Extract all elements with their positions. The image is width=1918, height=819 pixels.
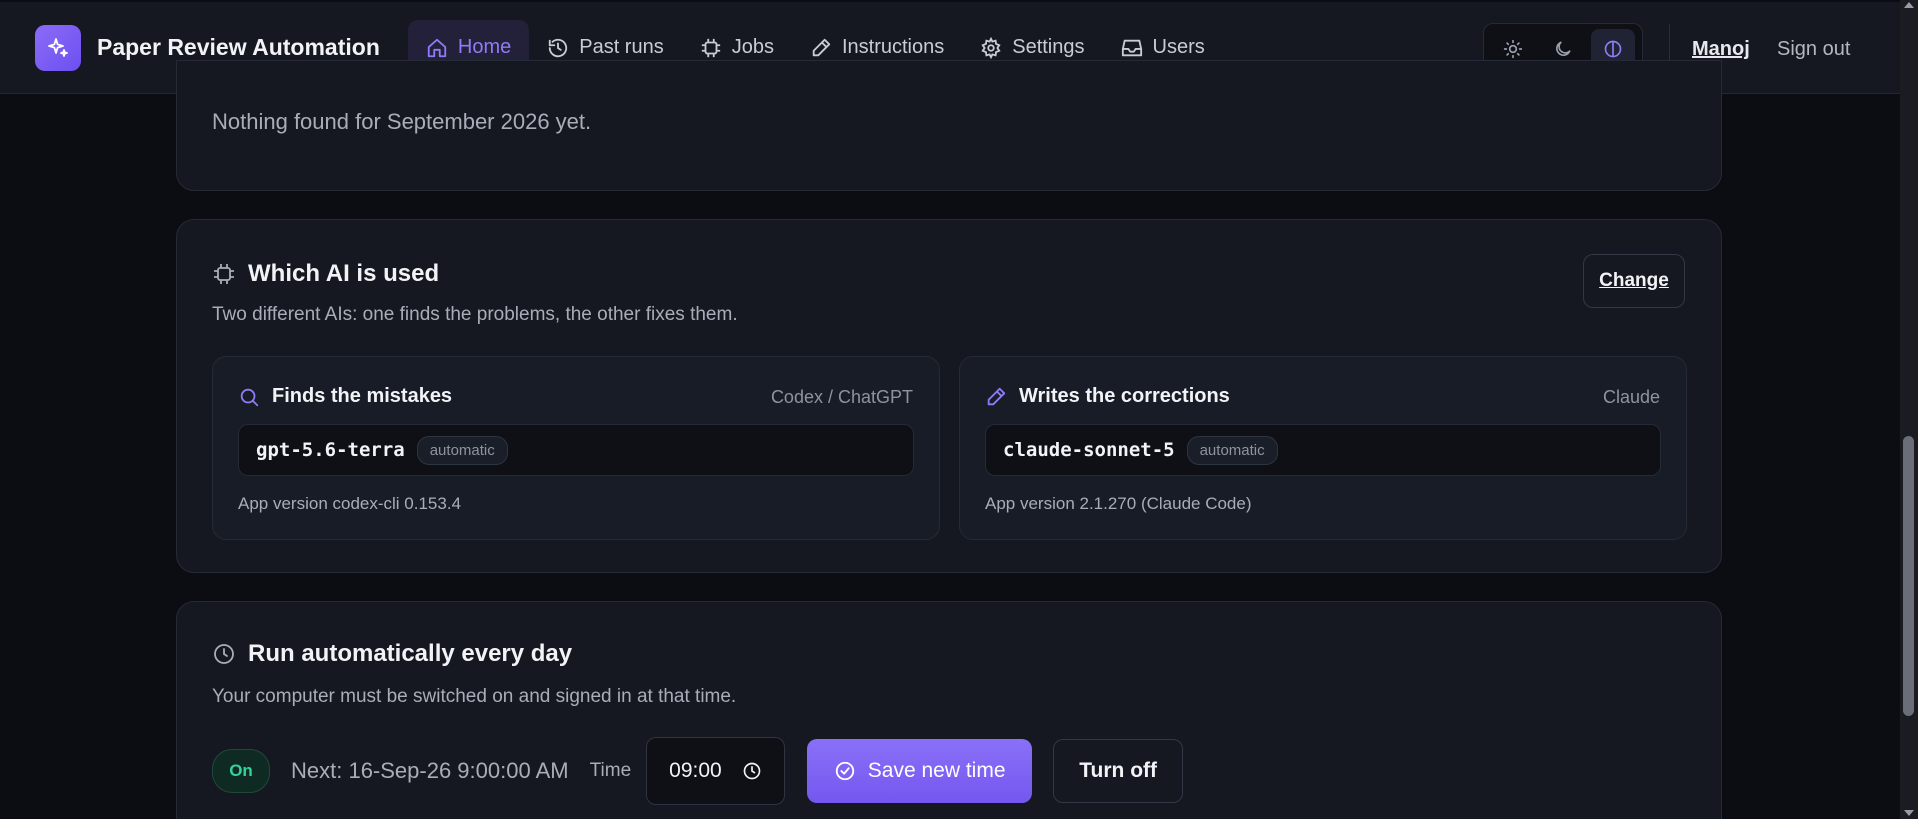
chip-icon: [214, 264, 234, 284]
sun-icon: [1503, 39, 1523, 59]
schedule-controls: On Next: 16-Sep-26 9:00:00 AM Time 09:00…: [212, 737, 1184, 805]
nav-instructions-label: Instructions: [841, 36, 945, 58]
status-badge: On: [212, 749, 270, 793]
save-time-label: Save new time: [867, 759, 1006, 782]
scroll-down-icon[interactable]: [1904, 810, 1914, 816]
scrollbar-thumb[interactable]: [1903, 436, 1914, 716]
sparkles-logo-icon[interactable]: [35, 24, 81, 71]
moon-icon: [1556, 41, 1571, 56]
finder-heading: Finds the mistakes: [238, 385, 452, 408]
writer-panel: Writes the corrections Claude claude-son…: [959, 356, 1687, 540]
check-circle-icon: [835, 761, 854, 781]
nav-past-runs-label: Past runs: [579, 36, 664, 58]
schedule-subtitle: Your computer must be switched on and si…: [212, 686, 737, 707]
nav-jobs-label: Jobs: [731, 36, 774, 58]
schedule-card: Run automatically every day Your compute…: [176, 601, 1722, 819]
writer-app-version: App version 2.1.270 (Claude Code): [985, 494, 1252, 513]
pen-icon: [812, 38, 831, 56]
history-icon: [549, 38, 568, 57]
contrast-icon: [1604, 40, 1622, 58]
results-card: Nothing found for September 2026 yet.: [176, 60, 1722, 191]
ai-section-title: Which AI is used: [212, 260, 439, 288]
writer-provider: Claude: [1602, 387, 1660, 407]
ai-title-text: Which AI is used: [248, 260, 440, 287]
finder-title: Finds the mistakes: [272, 385, 453, 407]
time-label: Time: [589, 760, 632, 781]
finder-panel: Finds the mistakes Codex / ChatGPT gpt-5…: [212, 356, 940, 540]
nav-settings-label: Settings: [1012, 36, 1085, 58]
ai-subtitle: Two different AIs: one finds the problem…: [212, 304, 738, 325]
chip-icon: [701, 38, 720, 57]
writer-auto-badge: automatic: [1186, 435, 1278, 465]
time-input[interactable]: 09:00: [646, 737, 786, 805]
change-button[interactable]: Change: [1583, 254, 1685, 308]
finder-model-box: gpt-5.6-terra automatic: [238, 424, 914, 476]
gear-icon: [981, 36, 1001, 59]
finder-model-name: gpt-5.6-terra: [256, 439, 405, 461]
finder-app-version: App version codex-cli 0.153.4: [238, 494, 462, 513]
ai-settings-card: Which AI is used Two different AIs: one …: [176, 219, 1722, 573]
search-icon: [240, 388, 259, 406]
writer-title: Writes the corrections: [1019, 385, 1230, 407]
turn-off-button[interactable]: Turn off: [1053, 739, 1184, 803]
writer-model-box: claude-sonnet-5 automatic: [985, 424, 1661, 476]
clock-icon[interactable]: [742, 761, 762, 781]
empty-message: Nothing found for September 2026 yet.: [212, 109, 592, 134]
home-icon: [427, 38, 447, 57]
inbox-icon: [1121, 39, 1142, 56]
clock-icon: [214, 644, 234, 664]
nav-home-label: Home: [457, 36, 512, 58]
user-link[interactable]: Manoj: [1692, 38, 1750, 61]
next-run-text: Next: 16-Sep-26 9:00:00 AM: [291, 758, 569, 783]
writer-model-name: claude-sonnet-5: [1003, 439, 1175, 461]
save-time-button[interactable]: Save new time: [807, 739, 1033, 803]
time-value: 09:00: [669, 759, 722, 782]
finder-auto-badge: automatic: [416, 435, 508, 465]
app-title: Paper Review Automation: [97, 34, 380, 60]
writer-heading: Writes the corrections: [985, 385, 1230, 408]
scroll-up-icon[interactable]: [1904, 2, 1914, 8]
schedule-title-text: Run automatically every day: [248, 640, 573, 667]
nav-users-label: Users: [1152, 36, 1205, 58]
pen-icon: [987, 387, 1006, 405]
schedule-section-title: Run automatically every day: [212, 640, 572, 668]
sign-out-link[interactable]: Sign out: [1777, 38, 1850, 61]
finder-provider: Codex / ChatGPT: [770, 387, 913, 407]
